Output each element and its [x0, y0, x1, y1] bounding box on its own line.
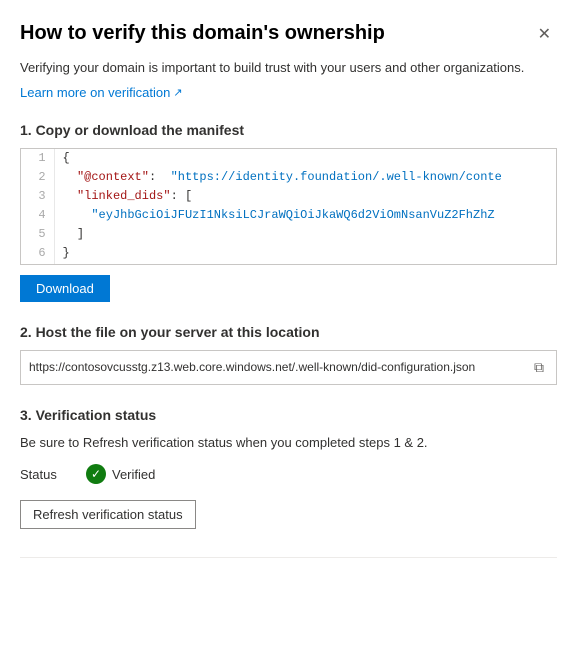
section-copy-download: 1. Copy or download the manifest 1{2 "@c… — [20, 122, 557, 302]
line-number: 6 — [21, 244, 54, 263]
close-button[interactable]: ✕ — [532, 22, 557, 46]
code-line-row: 3 "linked_dids": [ — [21, 187, 556, 206]
section1-title: 1. Copy or download the manifest — [20, 122, 557, 138]
section3-title: 3. Verification status — [20, 407, 557, 423]
learn-more-label: Learn more on verification — [20, 85, 170, 100]
status-row: Status ✓ Verified — [20, 464, 557, 484]
download-button[interactable]: Download — [20, 275, 110, 302]
panel-title: How to verify this domain's ownership — [20, 20, 385, 46]
code-line-row: 5 ] — [21, 225, 556, 244]
server-url: https://contosovcusstg.z13.web.core.wind… — [29, 360, 522, 374]
code-line-row: 2 "@context": "https://identity.foundati… — [21, 168, 556, 187]
manifest-code-block: 1{2 "@context": "https://identity.founda… — [20, 148, 557, 265]
code-content: { — [54, 149, 556, 168]
line-number: 3 — [21, 187, 54, 206]
line-number: 1 — [21, 149, 54, 168]
bottom-border — [20, 557, 557, 577]
line-number: 5 — [21, 225, 54, 244]
url-row: https://contosovcusstg.z13.web.core.wind… — [20, 350, 557, 385]
intro-description: Verifying your domain is important to bu… — [20, 58, 557, 78]
code-content: "eyJhbGciOiJFUzI1NksiLCJraWQiOiJkaWQ6d2V… — [54, 206, 556, 225]
status-label: Status — [20, 467, 70, 482]
copy-icon: ⧉ — [534, 359, 544, 375]
copy-url-button[interactable]: ⧉ — [530, 357, 548, 378]
code-content: "linked_dids": [ — [54, 187, 556, 206]
line-number: 2 — [21, 168, 54, 187]
code-table: 1{2 "@context": "https://identity.founda… — [21, 149, 556, 264]
verified-label: Verified — [112, 467, 155, 482]
code-line-row: 6} — [21, 244, 556, 263]
external-link-icon: ↗ — [173, 86, 182, 99]
line-number: 4 — [21, 206, 54, 225]
verified-check-icon: ✓ — [86, 464, 106, 484]
code-line-row: 4 "eyJhbGciOiJFUzI1NksiLCJraWQiOiJkaWQ6d… — [21, 206, 556, 225]
refresh-verification-button[interactable]: Refresh verification status — [20, 500, 196, 529]
learn-more-link[interactable]: Learn more on verification ↗ — [20, 85, 183, 100]
panel-container: How to verify this domain's ownership ✕ … — [0, 0, 577, 577]
verification-description: Be sure to Refresh verification status w… — [20, 433, 557, 453]
code-content: "@context": "https://identity.foundation… — [54, 168, 556, 187]
code-content: ] — [54, 225, 556, 244]
section-host-file: 2. Host the file on your server at this … — [20, 324, 557, 385]
section-verification-status: 3. Verification status Be sure to Refres… — [20, 407, 557, 530]
code-line-row: 1{ — [21, 149, 556, 168]
code-content: } — [54, 244, 556, 263]
verified-badge: ✓ Verified — [86, 464, 155, 484]
section2-title: 2. Host the file on your server at this … — [20, 324, 557, 340]
panel-header: How to verify this domain's ownership ✕ — [20, 20, 557, 46]
